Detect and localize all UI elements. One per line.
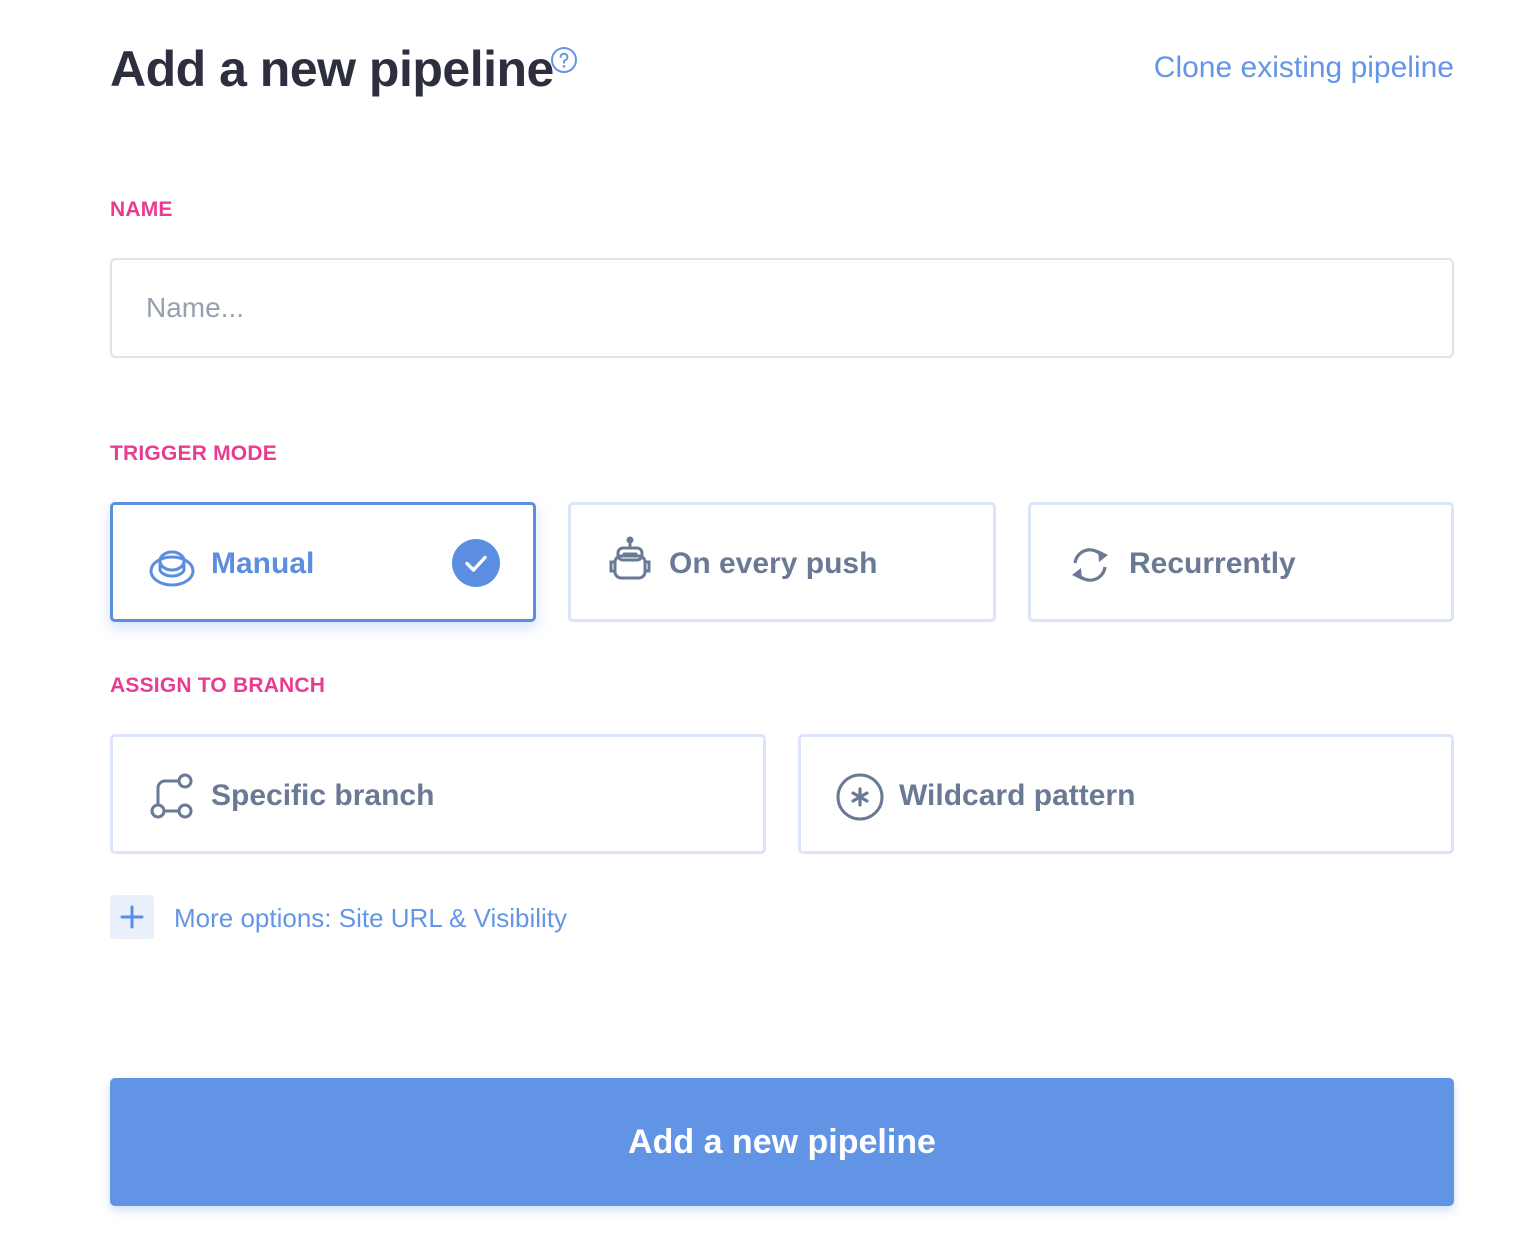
more-options-label[interactable]: More options: Site URL & Visibility <box>174 901 567 935</box>
asterisk-circle-icon <box>836 773 884 821</box>
add-pipeline-button[interactable]: Add a new pipeline <box>110 1078 1454 1206</box>
question-circle-icon[interactable] <box>550 46 578 74</box>
trigger-option-label: Recurrently <box>1129 547 1296 580</box>
clone-existing-pipeline-link[interactable]: Clone existing pipeline <box>1154 48 1454 88</box>
add-pipeline-page: Add a new pipeline Clone existing pipeli… <box>0 0 1534 1248</box>
header: Add a new pipeline Clone existing pipeli… <box>110 36 1454 106</box>
more-options-toggle[interactable]: More options: Site URL & Visibility <box>110 895 590 941</box>
trigger-option-recurrently[interactable]: Recurrently <box>1028 502 1454 622</box>
branch-option-label: Specific branch <box>211 779 435 812</box>
trigger-option-label: On every push <box>669 547 878 580</box>
hand-press-icon <box>149 550 195 587</box>
branch-option-specific-branch[interactable]: Specific branch <box>110 734 766 854</box>
check-circle-icon <box>452 539 500 587</box>
trigger-option-label: Manual <box>211 547 315 580</box>
refresh-cycle-icon <box>1072 548 1108 582</box>
plus-icon[interactable] <box>110 895 154 939</box>
branch-option-label: Wildcard pattern <box>899 779 1136 812</box>
robot-icon <box>609 536 651 580</box>
trigger-option-on-every-push[interactable]: On every push <box>568 502 996 622</box>
trigger-mode-section-label: TRIGGER MODE <box>110 442 277 465</box>
assign-to-branch-section-label: ASSIGN TO BRANCH <box>110 674 326 697</box>
git-branch-icon <box>150 773 193 819</box>
trigger-option-manual[interactable]: Manual <box>110 502 536 622</box>
page-title: Add a new pipeline <box>110 41 554 97</box>
name-input[interactable] <box>110 258 1454 358</box>
branch-option-wildcard-pattern[interactable]: Wildcard pattern <box>798 734 1454 854</box>
name-section-label: NAME <box>110 198 173 221</box>
